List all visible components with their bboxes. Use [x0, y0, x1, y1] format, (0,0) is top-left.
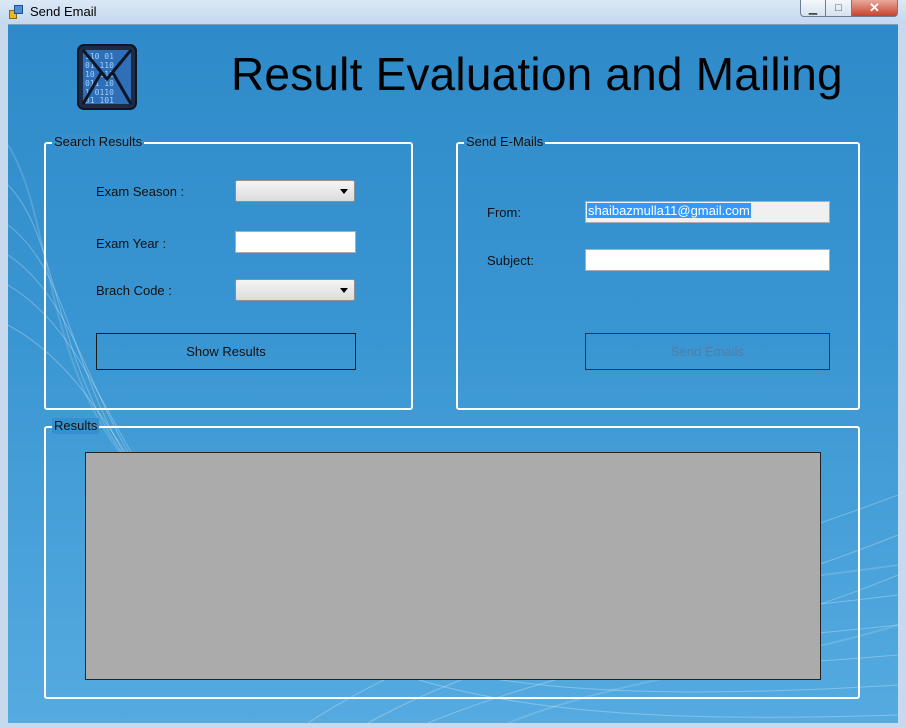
form-client-area: 110 01 01 110 10 011 011 10 1 0110 01 10… [8, 25, 898, 723]
search-results-legend: Search Results [52, 134, 145, 150]
exam-year-input[interactable] [235, 231, 356, 253]
svg-text:01 101: 01 101 [85, 96, 114, 105]
close-icon: ✕ [869, 0, 880, 15]
chevron-down-icon [340, 189, 348, 194]
from-value: shaibazmulla11@gmail.com [587, 203, 751, 218]
minimize-button[interactable]: ▁ [800, 0, 826, 17]
close-button[interactable]: ✕ [852, 0, 898, 17]
results-legend: Results [52, 418, 100, 434]
maximize-button[interactable]: □ [826, 0, 852, 17]
send-emails-legend: Send E-Mails [464, 134, 546, 150]
search-results-group: Search Results Exam Season : Exam Year :… [44, 134, 413, 410]
show-results-button[interactable]: Show Results [96, 333, 356, 370]
branch-code-label: Brach Code : [96, 283, 172, 298]
svg-text:011 10: 011 10 [85, 79, 114, 88]
window-frame-right [898, 24, 906, 728]
from-label: From: [487, 205, 521, 220]
mail-binary-icon: 110 01 01 110 10 011 011 10 1 0110 01 10… [74, 41, 142, 113]
window-title: Send Email [30, 4, 97, 19]
minimize-icon: ▁ [808, 2, 818, 15]
title-bar: Send Email ▁ □ ✕ [0, 0, 906, 25]
send-emails-group: Send E-Mails From: shaibazmulla11@gmail.… [456, 134, 860, 410]
results-group: Results [44, 418, 860, 699]
chevron-down-icon [340, 288, 348, 293]
app-window-icon [9, 4, 23, 19]
subject-label: Subject: [487, 253, 534, 268]
page-title: Result Evaluation and Mailing [231, 48, 843, 100]
send-emails-button[interactable]: Send Emails [585, 333, 830, 370]
window-controls: ▁ □ ✕ [800, 0, 898, 18]
window-frame-left [0, 24, 8, 728]
results-grid[interactable] [85, 452, 821, 680]
maximize-icon: □ [835, 2, 842, 14]
exam-season-label: Exam Season : [96, 184, 185, 199]
exam-season-select[interactable] [235, 180, 355, 202]
exam-year-label: Exam Year : [96, 236, 167, 251]
branch-code-select[interactable] [235, 279, 355, 301]
from-field[interactable]: shaibazmulla11@gmail.com [585, 201, 830, 223]
subject-input[interactable] [585, 249, 830, 271]
